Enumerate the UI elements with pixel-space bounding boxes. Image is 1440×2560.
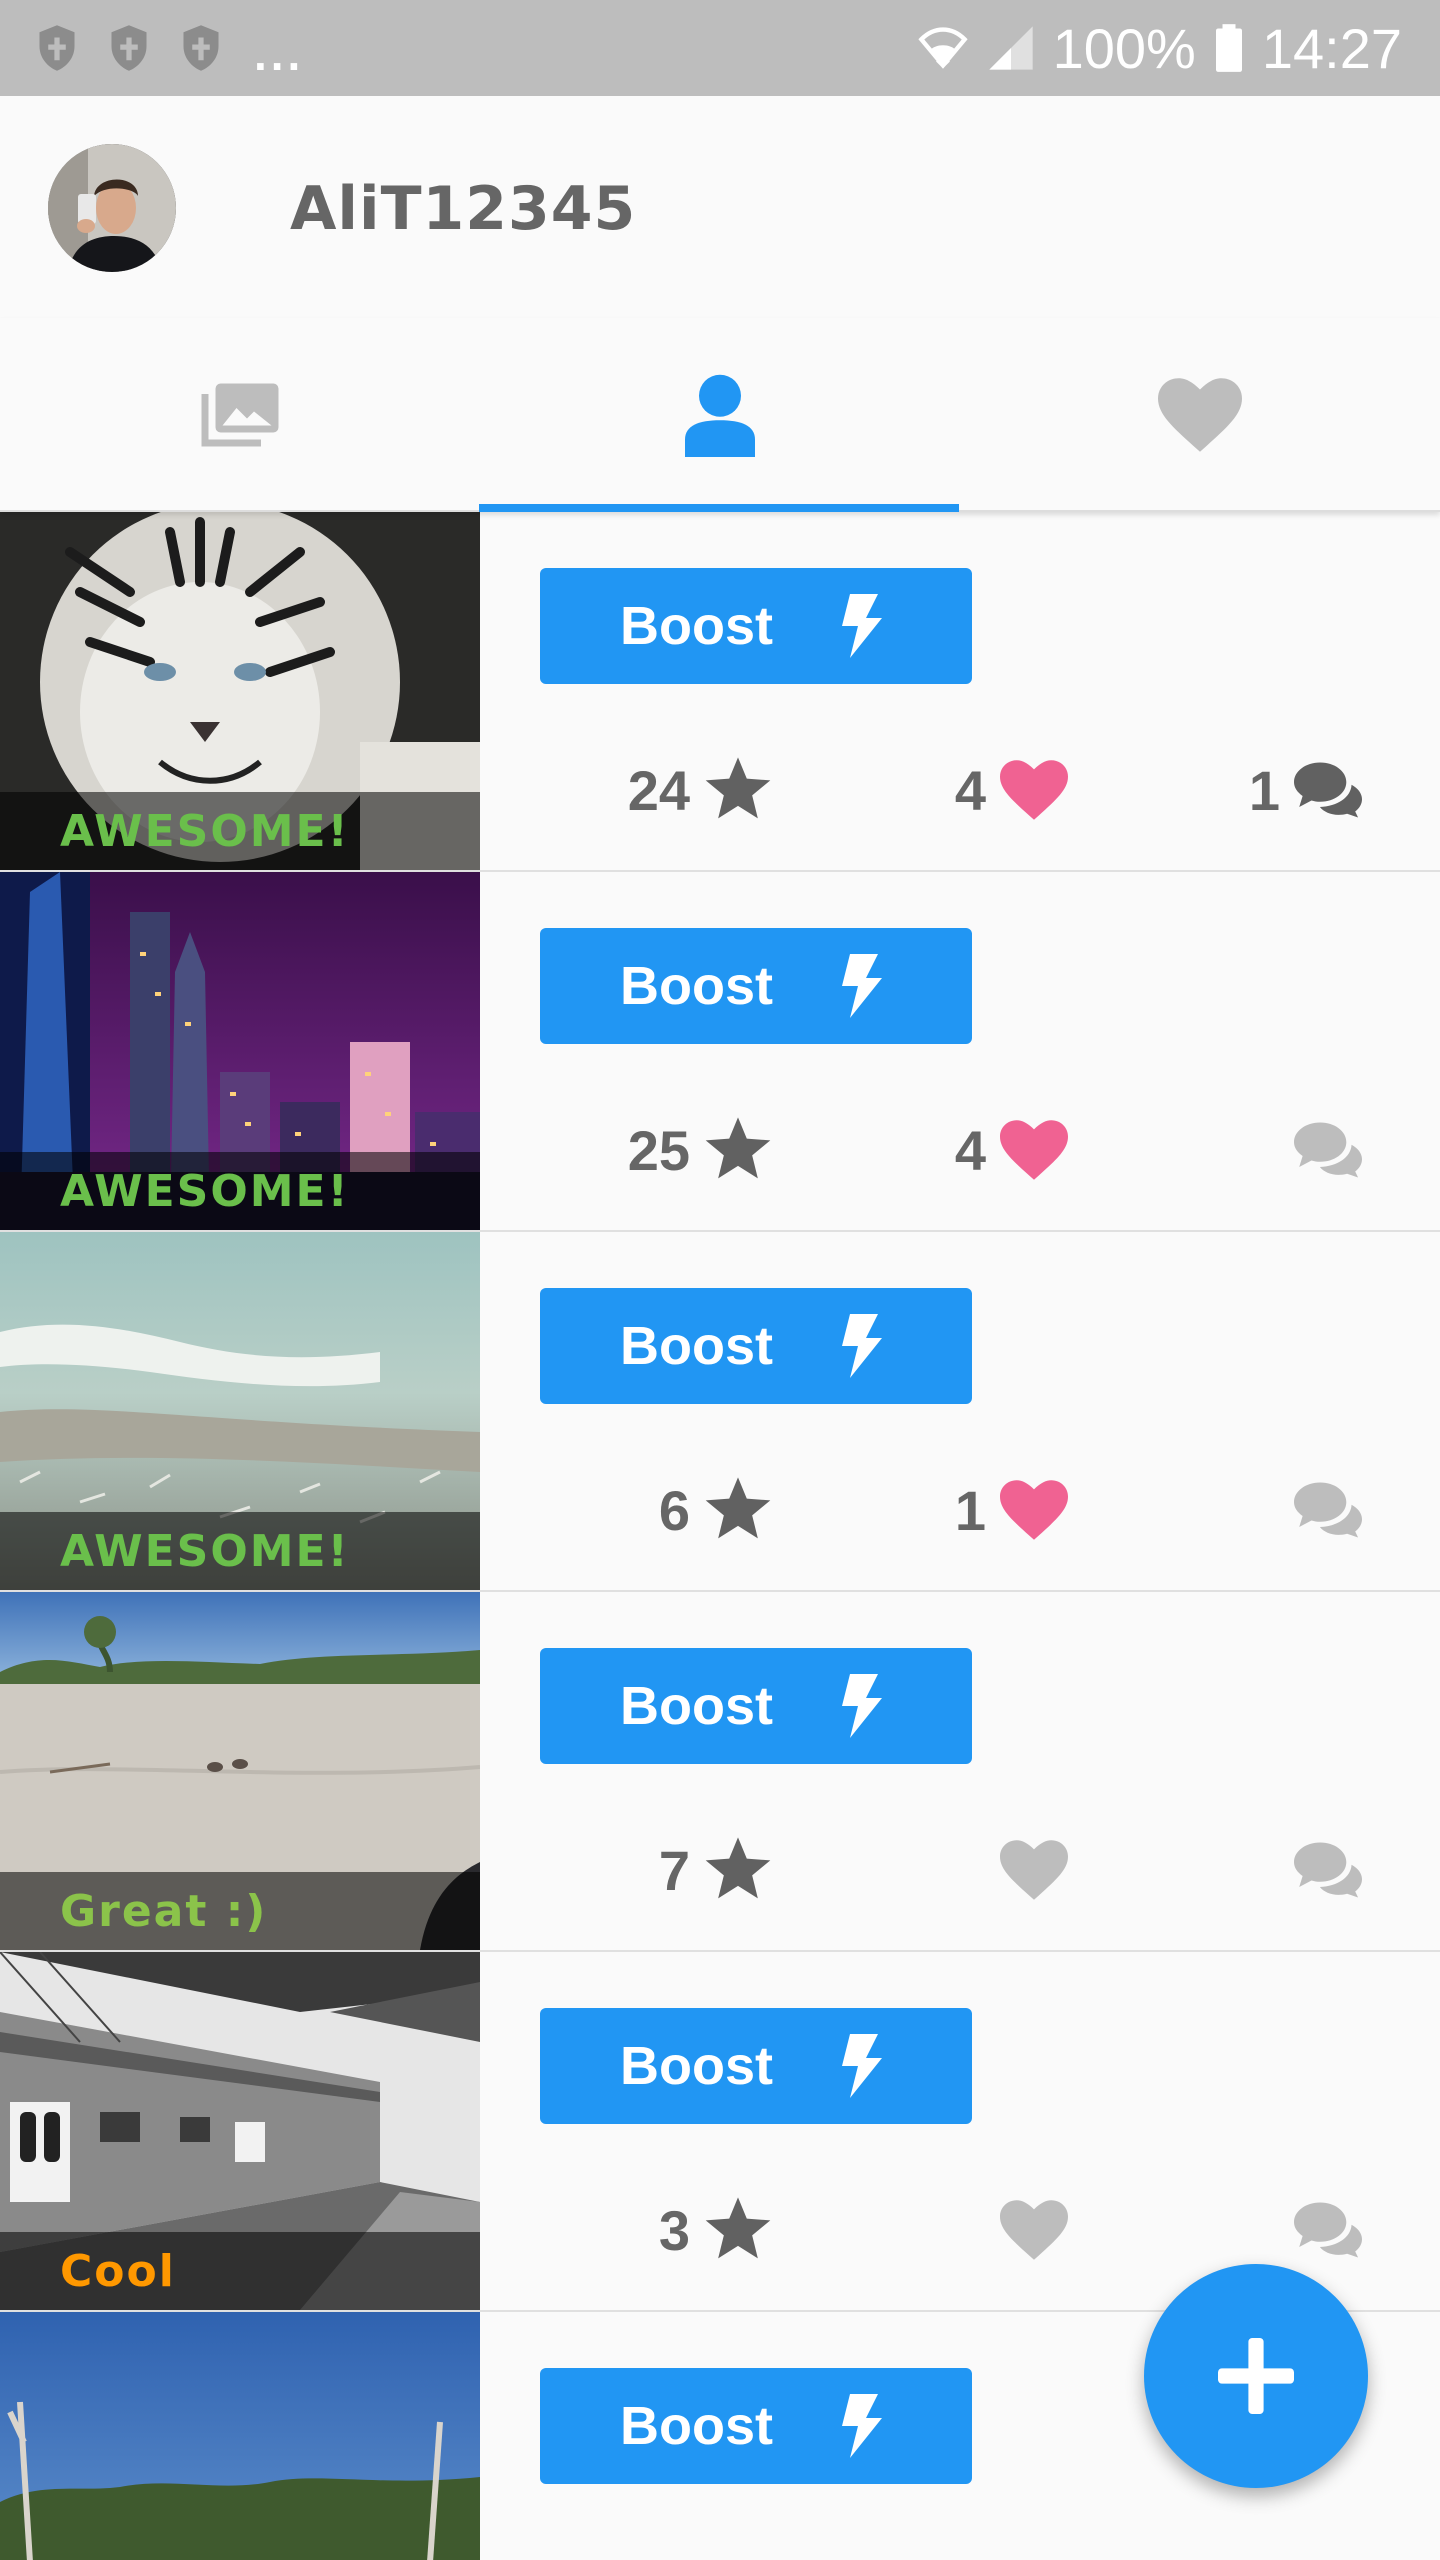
boost-button[interactable]: Boost	[540, 1288, 972, 1404]
comments-icon	[1294, 1482, 1362, 1538]
comment-count[interactable]	[1280, 1470, 1362, 1550]
like-count[interactable]: 4	[955, 750, 1068, 830]
star-icon	[705, 757, 771, 819]
star-icon	[705, 1477, 771, 1539]
boost-label: Boost	[620, 596, 773, 656]
star-count-value: 7	[658, 1838, 690, 1902]
star-count-value: 3	[658, 2198, 690, 2262]
star-icon	[705, 1837, 771, 1899]
star-count[interactable]: 3	[659, 2190, 772, 2270]
comment-count-value: 1	[1248, 758, 1280, 822]
heart-icon	[1000, 1480, 1068, 1540]
post-thumbnail[interactable]: AWESOME!	[0, 872, 480, 1230]
heart-icon	[1000, 2200, 1068, 2260]
tab-indicator	[479, 504, 959, 512]
list-item: Great :) Boost 7	[0, 1592, 1440, 1952]
boost-button[interactable]: Boost	[540, 2368, 972, 2484]
comment-count[interactable]: 1	[1249, 750, 1362, 830]
post-caption: AWESOME!	[0, 1152, 480, 1230]
status-bar: ... 100% 14:27	[0, 0, 1440, 96]
like-count-value: 1	[954, 1478, 986, 1542]
lightning-icon	[842, 954, 882, 1018]
tab-gallery[interactable]	[0, 318, 480, 512]
like-count[interactable]: 1	[955, 1470, 1068, 1550]
boost-label: Boost	[620, 1316, 773, 1376]
battery-icon	[1215, 24, 1242, 72]
like-count-value: 4	[954, 758, 986, 822]
post-thumbnail[interactable]: AWESOME!	[0, 1232, 480, 1590]
post-caption: AWESOME!	[0, 792, 480, 870]
boost-label: Boost	[620, 2036, 773, 2096]
post-thumbnail[interactable]: Great :)	[0, 1592, 480, 1950]
post-thumbnail[interactable]	[0, 2312, 480, 2560]
username: AliT12345	[290, 174, 637, 244]
lightning-icon	[842, 2034, 882, 2098]
post-thumbnail[interactable]: Cool	[0, 1952, 480, 2310]
star-count[interactable]: 25	[628, 1110, 772, 1190]
tab-profile[interactable]	[480, 318, 960, 512]
like-count[interactable]	[986, 2190, 1068, 2270]
tab-favorites[interactable]	[960, 318, 1440, 512]
heart-icon	[1000, 1120, 1068, 1180]
star-count-value: 24	[627, 758, 690, 822]
notification-icons: ...	[36, 0, 304, 96]
post-thumbnail[interactable]: AWESOME!	[0, 512, 480, 870]
comments-icon	[1294, 1842, 1362, 1898]
list-item: AWESOME! Boost 24 4 1	[0, 512, 1440, 872]
profile-header: AliT12345	[0, 96, 1440, 318]
heart-icon	[1000, 760, 1068, 820]
tab-bar	[0, 318, 1440, 512]
boost-button[interactable]: Boost	[540, 928, 972, 1044]
lightning-icon	[842, 1314, 882, 1378]
comment-count[interactable]	[1280, 1830, 1362, 1910]
post-caption: Cool	[0, 2232, 480, 2310]
person-icon	[685, 374, 755, 457]
boost-label: Boost	[620, 1676, 773, 1736]
comments-icon	[1294, 1122, 1362, 1178]
boost-button[interactable]: Boost	[540, 568, 972, 684]
photo-library-icon	[201, 383, 279, 447]
star-count[interactable]: 7	[659, 1830, 772, 1910]
star-count[interactable]: 6	[659, 1470, 772, 1550]
star-icon	[705, 2197, 771, 2259]
list-item: Cool Boost 3	[0, 1952, 1440, 2312]
signal-icon	[988, 26, 1033, 70]
boost-button[interactable]: Boost	[540, 1648, 972, 1764]
star-icon	[705, 1117, 771, 1179]
add-post-button[interactable]	[1144, 2264, 1368, 2488]
heart-icon	[1000, 1840, 1068, 1900]
comment-count[interactable]	[1280, 1110, 1362, 1190]
star-count-value: 25	[627, 1118, 690, 1182]
boost-button[interactable]: Boost	[540, 2008, 972, 2124]
lightning-icon	[842, 2394, 882, 2458]
like-count-value: 4	[954, 1118, 986, 1182]
plus-icon	[1218, 2338, 1294, 2414]
list-item: AWESOME! Boost 25 4	[0, 872, 1440, 1232]
comments-icon	[1294, 762, 1362, 818]
comments-icon	[1294, 2202, 1362, 2258]
clock: 14:27	[1261, 16, 1402, 80]
star-count[interactable]: 24	[628, 750, 772, 830]
like-count[interactable]: 4	[955, 1110, 1068, 1190]
shield-icon	[111, 25, 147, 71]
heart-icon	[1158, 378, 1242, 452]
lightning-icon	[842, 594, 882, 658]
shield-icon	[183, 25, 219, 71]
post-caption: AWESOME!	[0, 1512, 480, 1590]
battery-percent: 100%	[1052, 16, 1196, 80]
notification-overflow: ...	[254, 28, 305, 80]
avatar[interactable]	[48, 144, 176, 272]
shield-icon	[39, 25, 75, 71]
post-caption: Great :)	[0, 1872, 480, 1950]
list-item: AWESOME! Boost 6 1	[0, 1232, 1440, 1592]
boost-label: Boost	[620, 2396, 773, 2456]
lightning-icon	[842, 1674, 882, 1738]
like-count[interactable]	[986, 1830, 1068, 1910]
wifi-icon	[918, 27, 968, 69]
star-count-value: 6	[658, 1478, 690, 1542]
comment-count[interactable]	[1280, 2190, 1362, 2270]
boost-label: Boost	[620, 956, 773, 1016]
system-status: 100% 14:27	[917, 0, 1402, 96]
